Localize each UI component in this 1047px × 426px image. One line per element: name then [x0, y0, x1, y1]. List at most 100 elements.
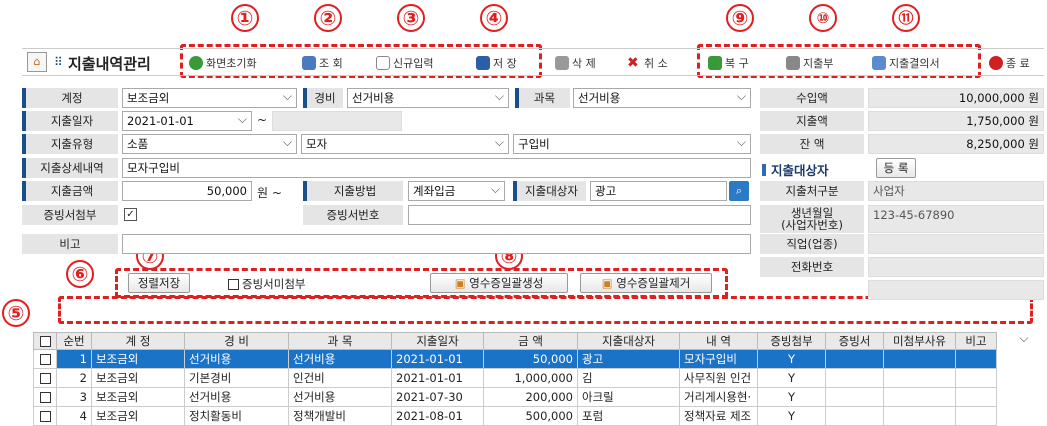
account-select[interactable]: 보조금외	[122, 87, 297, 108]
table-cell: 선거비용	[288, 349, 392, 369]
col-header[interactable]: 지출대상자	[577, 332, 680, 350]
home-icon[interactable]: ⌂	[27, 52, 47, 72]
table-cell: Y	[757, 368, 826, 388]
new-entry-button[interactable]: 신규입력	[376, 52, 433, 74]
method-select[interactable]: 계좌입금	[408, 180, 505, 201]
spent-label: 지출액	[760, 111, 864, 131]
subject-select[interactable]: 선거비용	[573, 87, 751, 108]
col-header[interactable]: 내 역	[679, 332, 758, 350]
receipt-create-button[interactable]: ▣ 영수증일괄생성	[430, 273, 568, 293]
delete-button[interactable]: 삭 제	[555, 52, 596, 74]
marker-10: ⑩	[809, 4, 837, 32]
proof-no-input[interactable]	[408, 205, 751, 225]
receipt-remove-button[interactable]: ▣ 영수증일괄제거	[580, 273, 712, 293]
proof-label: 증빙서첨부	[22, 205, 118, 225]
date-from-input[interactable]: 2021-01-01	[122, 110, 252, 131]
row-checkbox[interactable]	[33, 368, 57, 388]
table-header-highlight	[58, 296, 1033, 324]
col-header[interactable]: 순번	[56, 332, 92, 350]
table-cell: 정치활동비	[184, 406, 289, 426]
type-select-2[interactable]: 모자	[301, 133, 509, 154]
sort-save-button[interactable]: 정렬저장	[128, 273, 190, 293]
date-separator: ~	[257, 113, 268, 127]
col-header[interactable]: 지출일자	[391, 332, 484, 350]
reset-button[interactable]: 화면초기화	[189, 52, 257, 74]
table-cell: 4	[56, 406, 92, 426]
col-header[interactable]: 증빙첨부	[757, 332, 826, 350]
type-label: 지출유형	[22, 134, 118, 154]
table-cell: 인건비	[288, 368, 392, 388]
amount-label: 지출금액	[22, 181, 118, 201]
birth-value: 123-45-67890	[868, 205, 1044, 233]
table-row[interactable]: 1 보조금외 선거비용 선거비용 2021-01-01 50,000 광고 모자구입비 Y	[33, 349, 1033, 369]
table-cell: 정책개발비	[288, 406, 392, 426]
table-cell: 200,000	[483, 387, 578, 407]
table-cell	[825, 368, 884, 388]
grid-icon: ⠿	[54, 55, 63, 69]
target-input[interactable]: 광고	[590, 181, 727, 201]
blank-value	[868, 280, 1044, 300]
type-select-1[interactable]: 소품	[122, 133, 297, 154]
income-label: 수입액	[760, 88, 864, 108]
table-row[interactable]: 4 보조금외 정치활동비 정책개발비 2021-08-01 500,000 포럼 정책자료 제…	[33, 406, 1033, 426]
row-checkbox[interactable]	[33, 387, 57, 407]
payee-type-label: 지출처구분	[760, 181, 864, 201]
table-row[interactable]: 2 보조금외 기본경비 인건비 2021-01-01 1,000,000 김 사무직원 인건 Y	[33, 368, 1033, 388]
no-proof-checkbox[interactable]: 증빙서미첨부	[228, 276, 305, 292]
col-header[interactable]: 증빙서	[825, 332, 884, 350]
table-cell: 보조금외	[91, 406, 185, 426]
target-label: 지출대상자	[513, 181, 586, 201]
ledger-button[interactable]: 지출부	[786, 52, 833, 74]
note-label: 비고	[22, 234, 118, 254]
col-header[interactable]: 과 목	[288, 332, 392, 350]
expense-table: 순번 계 정 경 비 과 목 지출일자 금 액 지출대상자 내 역 증빙첨부 증…	[33, 332, 1033, 426]
col-header[interactable]: 경 비	[184, 332, 289, 350]
select-all-checkbox[interactable]	[33, 332, 57, 350]
col-header[interactable]: 미첨부사유	[883, 332, 956, 350]
type-select-3[interactable]: 구입비	[513, 133, 751, 154]
table-cell	[955, 387, 997, 407]
detail-input[interactable]: 모자구입비	[122, 158, 751, 178]
expense-label: 경비	[303, 88, 343, 108]
col-header[interactable]: 계 정	[91, 332, 185, 350]
resolution-button[interactable]: 지출결의서	[872, 52, 940, 74]
trash-icon	[555, 56, 569, 70]
receipt-icon: ▣	[454, 276, 466, 290]
row-checkbox[interactable]	[33, 349, 57, 369]
table-cell: 사무직원 인건	[679, 368, 758, 388]
row-checkbox[interactable]	[33, 406, 57, 426]
date-to-input[interactable]	[272, 111, 402, 131]
col-header[interactable]: 비고	[955, 332, 997, 350]
detail-label: 지출상세내역	[22, 158, 118, 178]
table-cell: Y	[757, 387, 826, 407]
phone-value	[868, 257, 1044, 277]
col-header[interactable]: 금 액	[483, 332, 578, 350]
table-cell: 보조금외	[91, 368, 185, 388]
table-cell	[825, 349, 884, 369]
search-button[interactable]: 조 회	[302, 52, 343, 74]
proof-checkbox[interactable]: ✓	[124, 208, 137, 221]
table-row[interactable]: 3 보조금외 선거비용 선거비용 2021-07-30 200,000 아크릴 거리게시용현·…	[33, 387, 1033, 407]
exit-button[interactable]: 종 료	[989, 52, 1030, 74]
table-header: 순번 계 정 경 비 과 목 지출일자 금 액 지출대상자 내 역 증빙첨부 증…	[33, 332, 1033, 350]
spent-value: 1,750,000 원	[868, 111, 1044, 131]
marker-9: ⑨	[726, 4, 754, 32]
table-cell: 2021-08-01	[391, 406, 484, 426]
search-icon[interactable]: ⌕	[729, 181, 749, 201]
expense-select[interactable]: 선거비용	[347, 87, 509, 108]
note-input[interactable]	[122, 234, 751, 254]
table-cell	[955, 406, 997, 426]
document-icon	[376, 56, 390, 70]
restore-button[interactable]: 복 구	[708, 52, 749, 74]
amount-input[interactable]: 50,000	[122, 181, 252, 201]
register-button[interactable]: 등 록	[876, 158, 916, 178]
table-cell	[955, 368, 997, 388]
marker-5: ⑤	[2, 299, 30, 327]
page-title: 지출내역관리	[68, 55, 151, 73]
table-cell: Y	[757, 406, 826, 426]
table-cell: 500,000	[483, 406, 578, 426]
cancel-button[interactable]: ✖ 취 소	[627, 52, 668, 74]
table-cell: 선거비용	[184, 387, 289, 407]
close-icon: ✖	[627, 55, 639, 71]
save-button[interactable]: 저 장	[476, 52, 517, 74]
